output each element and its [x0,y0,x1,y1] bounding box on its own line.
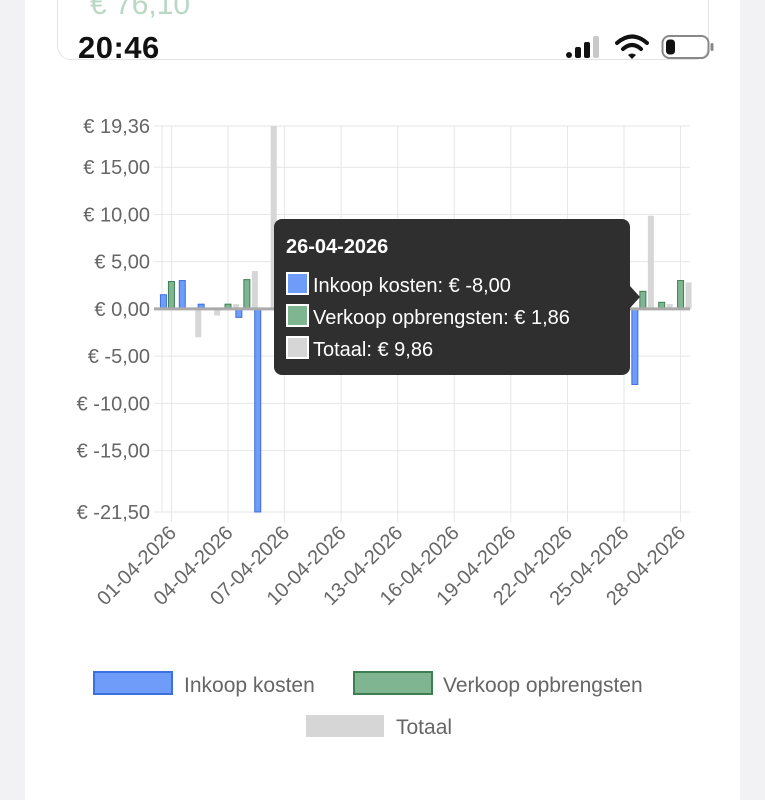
verkoop-bar[interactable] [677,280,685,310]
tooltip-title: 26-04-2026 [286,236,388,258]
y-tick-label: € 10,00 [83,204,150,226]
tooltip-swatch [286,304,309,327]
inkoop-bar[interactable] [159,294,167,310]
y-tick-label: € 0,00 [94,299,150,321]
legend-label[interactable]: Totaal [396,716,452,739]
y-tick-label: € -5,00 [88,346,150,368]
tooltip-swatch [286,272,309,295]
tooltip-line: Totaal: € 9,86 [313,339,433,361]
tooltip-line: Verkoop opbrengsten: € 1,86 [313,307,570,329]
verkoop-bar[interactable] [167,280,175,310]
y-tick-label: € -21,50 [77,502,150,524]
inkoop-bar[interactable] [631,308,639,385]
legend-label[interactable]: Inkoop kosten [184,674,315,697]
totaal-bar[interactable] [195,308,202,338]
verkoop-bar[interactable] [639,290,647,310]
legend-label[interactable]: Verkoop opbrengsten [443,674,643,697]
totaal-bar[interactable] [251,271,258,309]
y-tick-label: € 5,00 [94,252,150,274]
legend-swatch[interactable] [306,715,384,737]
verkoop-bar[interactable] [243,279,251,310]
y-tick-label: € 19,36 [83,116,150,138]
legend-swatch[interactable] [93,671,173,695]
tooltip-line: Inkoop kosten: € -8,00 [313,275,511,297]
tooltip-caret [630,286,640,308]
legend-swatch[interactable] [353,671,433,695]
y-tick-label: € -10,00 [77,393,150,415]
totaal-bar[interactable] [647,215,654,309]
bar-chart[interactable]: € 19,36 € 15,00 € 10,00 € 5,00 € 0,00 € -5,00… [0,0,765,800]
inkoop-bar[interactable] [254,308,262,513]
totaal-bar[interactable] [685,282,692,309]
y-tick-label: € -15,00 [77,441,150,463]
inkoop-bar[interactable] [178,280,186,310]
y-tick-label: € 15,00 [83,157,150,179]
tooltip-swatch [286,336,309,359]
